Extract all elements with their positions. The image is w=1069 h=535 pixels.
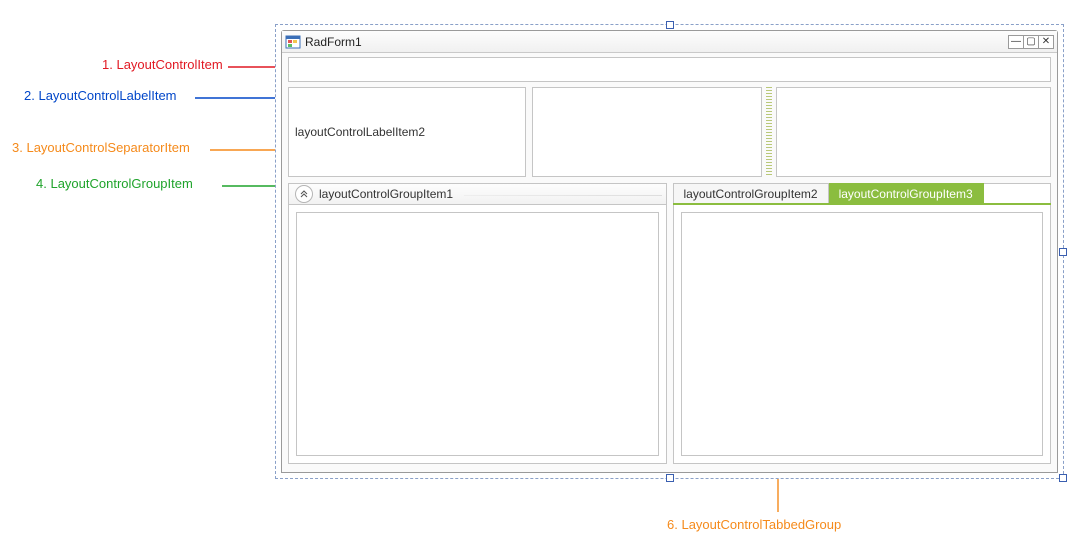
resize-handle[interactable] (666, 21, 674, 29)
resize-handle[interactable] (1059, 248, 1067, 256)
callout-2-num: 2. (24, 88, 35, 103)
callout-4: 4. LayoutControlGroupItem (36, 176, 193, 191)
callout-1: 1. LayoutControlItem (102, 57, 223, 72)
rad-form: RadForm1 — ▢ ✕ layoutControlLabelItem2 (281, 30, 1058, 473)
tab-group-item-3[interactable]: layoutControlGroupItem3 (829, 183, 984, 203)
resize-handle[interactable] (666, 474, 674, 482)
callout-3-num: 3. (12, 140, 23, 155)
row-2: layoutControlLabelItem2 (288, 87, 1051, 177)
layout-control-splitter[interactable] (766, 87, 772, 177)
form-title: RadForm1 (305, 35, 1009, 49)
callout-1-num: 1. (102, 57, 113, 72)
maximize-button[interactable]: ▢ (1023, 35, 1039, 49)
arrow-2 (195, 95, 287, 101)
minimize-icon: — (1011, 37, 1021, 47)
tab-label: layoutControlGroupItem2 (684, 187, 818, 201)
layout-panel-middle[interactable] (532, 87, 762, 177)
collapse-button[interactable] (295, 185, 313, 203)
group-header-line (464, 195, 662, 196)
label-item-text: layoutControlLabelItem2 (295, 125, 425, 139)
form-icon (285, 34, 301, 50)
group-header-text: layoutControlGroupItem1 (319, 187, 453, 201)
callout-2-label: LayoutControlLabelItem (38, 88, 176, 103)
row-3: layoutControlGroupItem1 layoutControlGro… (288, 183, 1051, 464)
callout-6-label: LayoutControlTabbedGroup (681, 517, 841, 532)
layout-control-tabbed-group[interactable]: layoutControlGroupItem2 layoutControlGro… (673, 183, 1052, 464)
tab-label: layoutControlGroupItem3 (839, 187, 973, 201)
group-content[interactable] (296, 212, 659, 456)
layout-panel-right[interactable] (776, 87, 1051, 177)
layout-control-group-item[interactable]: layoutControlGroupItem1 (288, 183, 667, 464)
titlebar[interactable]: RadForm1 — ▢ ✕ (282, 31, 1057, 53)
layout-control-item[interactable] (288, 57, 1051, 82)
tab-group-item-2[interactable]: layoutControlGroupItem2 (673, 183, 829, 203)
chevron-up-double-icon (300, 190, 308, 198)
resize-handle[interactable] (1059, 474, 1067, 482)
window-buttons: — ▢ ✕ (1009, 35, 1054, 49)
maximize-icon: ▢ (1026, 37, 1035, 47)
callout-3-label: LayoutControlSeparatorItem (26, 140, 189, 155)
callout-3: 3. LayoutControlSeparatorItem (12, 140, 190, 155)
callout-1-label: LayoutControlItem (116, 57, 222, 72)
layout-control-label-item[interactable]: layoutControlLabelItem2 (288, 87, 526, 177)
close-button[interactable]: ✕ (1038, 35, 1054, 49)
tabbed-group-content[interactable] (681, 212, 1044, 456)
callout-6: 6. LayoutControlTabbedGroup (667, 517, 841, 532)
callout-6-num: 6. (667, 517, 678, 532)
callout-4-label: LayoutControlGroupItem (50, 176, 192, 191)
designer-surface[interactable]: RadForm1 — ▢ ✕ layoutControlLabelItem2 (275, 24, 1064, 479)
group-header[interactable]: layoutControlGroupItem1 (288, 183, 667, 205)
close-icon: ✕ (1042, 37, 1050, 47)
tab-strip: layoutControlGroupItem2 layoutControlGro… (673, 183, 1052, 205)
callout-4-num: 4. (36, 176, 47, 191)
callout-2: 2. LayoutControlLabelItem (24, 88, 177, 103)
minimize-button[interactable]: — (1008, 35, 1024, 49)
form-client-area: layoutControlLabelItem2 (282, 53, 1057, 472)
